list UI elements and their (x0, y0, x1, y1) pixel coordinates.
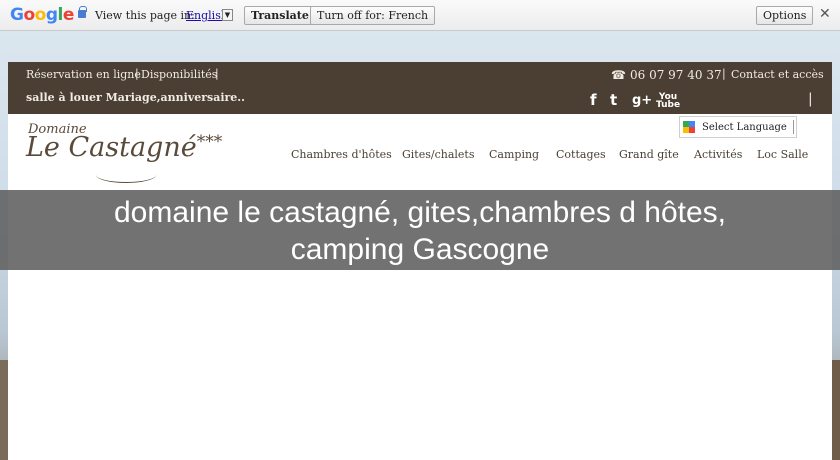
turn-off-button[interactable]: Turn off for: French (310, 6, 436, 25)
nav-camping[interactable]: Camping (489, 148, 539, 161)
contact-link[interactable]: Contact et accès (731, 68, 824, 81)
nav-grand-gite[interactable]: Grand gîte (619, 148, 679, 161)
reservation-link[interactable]: Réservation en ligne (26, 68, 141, 81)
google-icon (683, 121, 695, 133)
top-bar: Réservation en ligne | Disponibilités | … (8, 62, 832, 114)
twitter-icon[interactable]: t (610, 91, 617, 109)
nav-loc-salle[interactable]: Loc Salle (757, 148, 808, 161)
youtube-icon[interactable]: You Tube (656, 93, 680, 110)
logo-swash (96, 167, 156, 183)
google-plus-icon[interactable]: g+ (632, 93, 652, 108)
salle-link[interactable]: salle à louer Mariage,anniversaire.. (26, 91, 245, 104)
options-button[interactable]: Options (756, 6, 814, 25)
language-dropdown-icon[interactable]: ▼ (222, 9, 233, 21)
separator: | (722, 67, 726, 80)
page-caption: domaine le castagné, gites,chambres d hô… (0, 190, 840, 270)
caption-line-2: camping Gascogne (290, 233, 550, 266)
google-translate-bar: Google View this page in: English ▼ Tran… (0, 0, 840, 31)
separator: | (808, 91, 813, 107)
nav-activites[interactable]: Activités (694, 148, 742, 161)
logo-title: Le Castagné*** (26, 132, 223, 163)
separator: | (215, 67, 219, 80)
disponibilites-link[interactable]: Disponibilités (141, 68, 217, 81)
caption-line-1: domaine le castagné, gites,chambres d hô… (113, 196, 727, 229)
phone-icon: ☎ (611, 68, 626, 82)
google-logo: Google (10, 5, 74, 25)
widget-divider (793, 120, 794, 134)
nav-cottages[interactable]: Cottages (556, 148, 606, 161)
facebook-icon[interactable]: f (590, 91, 597, 109)
phone-number: 06 07 97 40 37 (630, 68, 722, 82)
translate-button[interactable]: Translate (244, 6, 316, 25)
lock-icon (78, 6, 87, 18)
nav-gites[interactable]: Gites/chalets (402, 148, 474, 161)
select-language-label: Select Language (702, 122, 787, 133)
view-page-label: View this page in: (95, 9, 195, 22)
nav-chambres[interactable]: Chambres d'hôtes (291, 148, 392, 161)
separator: | (135, 67, 139, 80)
select-language-widget[interactable]: Select Language (679, 116, 797, 138)
close-icon[interactable]: ✕ (819, 6, 831, 22)
